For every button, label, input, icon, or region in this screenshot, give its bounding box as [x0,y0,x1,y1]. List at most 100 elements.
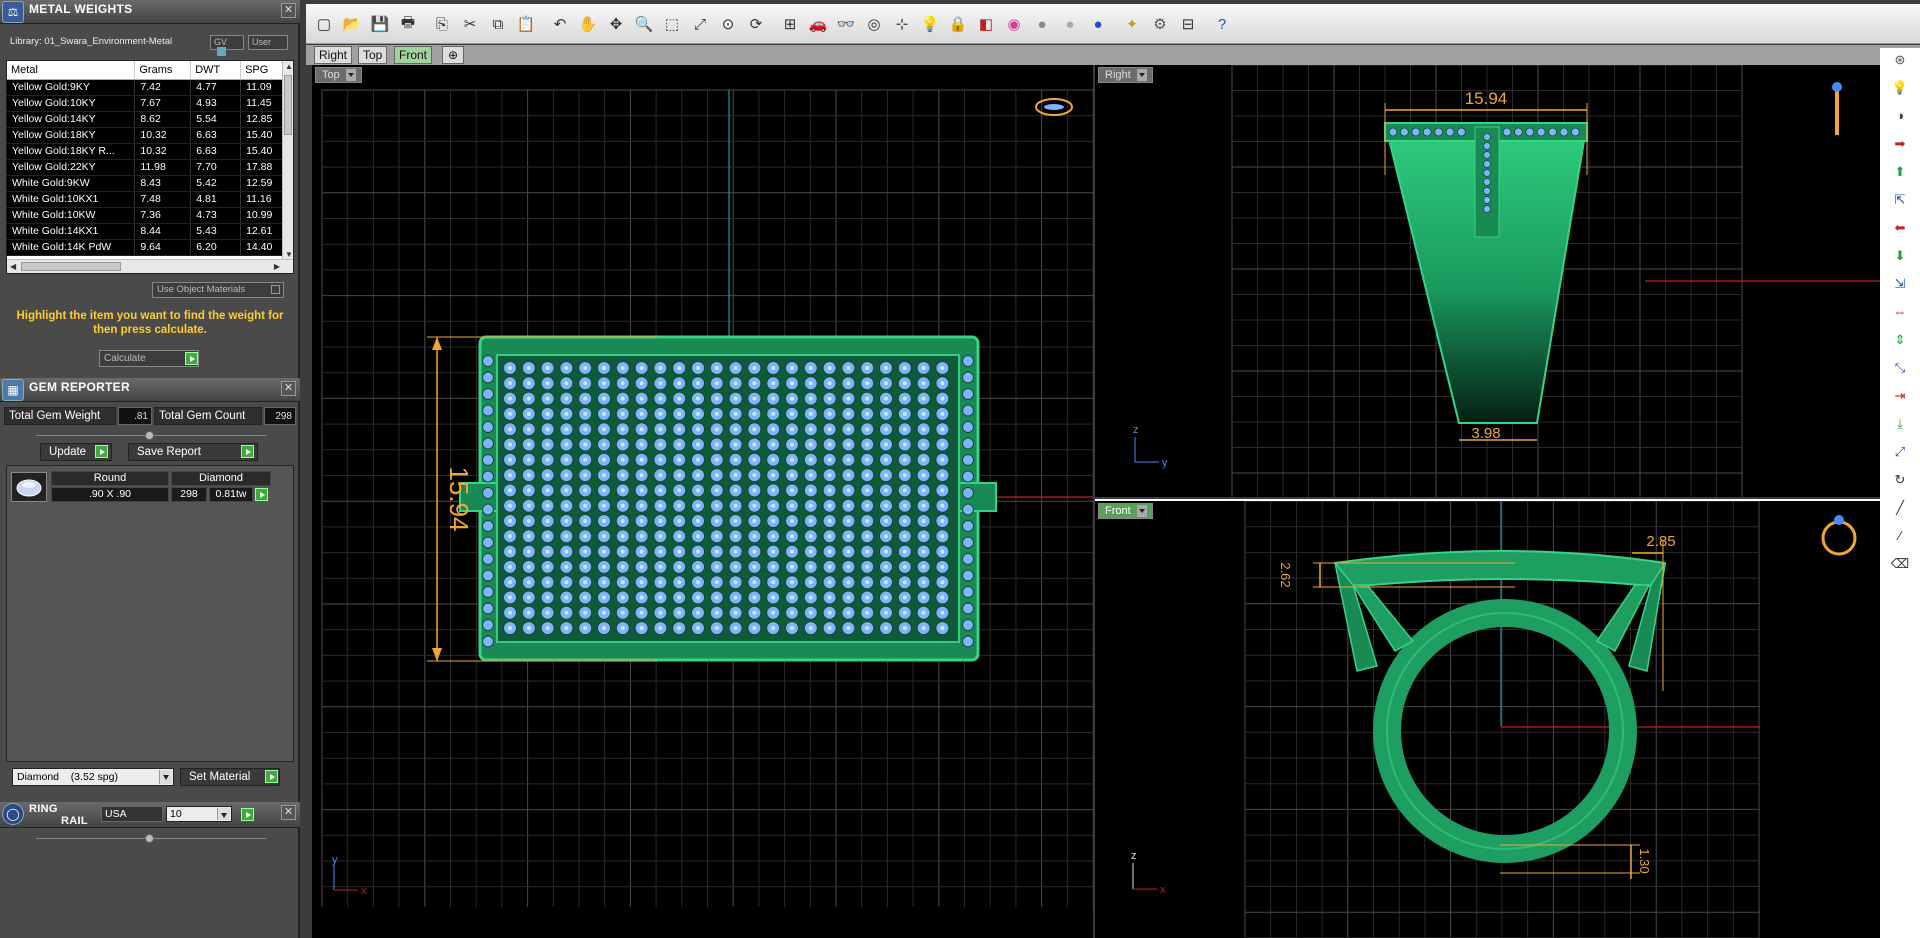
line-tool-icon[interactable]: ╱ [1890,500,1910,518]
help-icon[interactable]: ? [1210,12,1234,36]
metal-row[interactable]: Yellow Gold:9KY 7.42 4.77 11.09 [7,79,287,96]
move-right-icon[interactable]: ➡ [1890,136,1910,154]
color-wheel-icon[interactable]: ◉ [1002,12,1026,36]
update-go-icon[interactable] [95,445,108,458]
undo-icon[interactable]: ↶ [548,12,572,36]
scroll-left-icon[interactable]: ◀ [10,262,16,271]
top-view-canvas[interactable]: 15.94 y x [312,65,1093,938]
scroll-up-icon[interactable]: ▲ [285,62,293,71]
material-icon[interactable]: ◧ [974,12,998,36]
column-header[interactable]: Grams [134,61,192,80]
set-material-go-icon[interactable] [265,770,278,783]
snap-icon[interactable]: ⊹ [890,12,914,36]
save-icon[interactable]: 💾 [368,12,392,36]
close-icon[interactable]: ✕ [281,3,296,18]
checkbox-icon[interactable] [271,285,280,294]
zoom-selected-icon[interactable]: ⊙ [716,12,740,36]
user-toggle[interactable]: User [248,35,288,50]
viewport-label-front[interactable]: Front [1098,503,1153,519]
viewport-top[interactable]: 15.94 y x Top [312,65,1093,938]
scroll-thumb[interactable] [21,262,121,271]
viewport-label-top[interactable]: Top [315,67,362,83]
ring-size-region-field[interactable]: USA [101,806,163,822]
calculate-go-button[interactable] [185,352,198,365]
column-header[interactable]: SPG [240,61,287,80]
ring-rail-go-icon[interactable] [241,808,254,821]
ring-size-select[interactable]: 10 [166,806,232,822]
scroll-right-icon[interactable]: ▶ [274,262,280,271]
car-icon[interactable]: 🚗 [806,12,830,36]
sphere-blue-icon[interactable]: ● [1086,12,1110,36]
tab-top[interactable]: Top [358,46,388,64]
lock-icon[interactable]: 🔒 [946,12,970,36]
rotate-view-icon[interactable]: ⟳ [744,12,768,36]
grid-snap-icon[interactable]: ⊟ [1176,12,1200,36]
move-diag-icon[interactable]: ⇱ [1890,192,1910,210]
camera-icon[interactable]: ⊛ [1890,52,1910,70]
glasses-icon[interactable]: 👓 [834,12,858,36]
viewport-label-right[interactable]: Right [1098,67,1153,83]
close-icon[interactable]: ✕ [281,805,296,820]
shrink-x-icon[interactable]: ⇥ [1890,388,1910,406]
column-header[interactable]: DWT [190,61,242,80]
orbit-icon[interactable]: ◎ [862,12,886,36]
calculate-field[interactable]: Calculate [99,350,199,367]
use-object-materials-toggle[interactable]: Use Object Materials [152,282,284,298]
metal-row[interactable]: Yellow Gold:18KY 10.32 6.63 15.40 [7,127,287,144]
move-down-icon[interactable]: ⬇ [1890,248,1910,266]
move-icon[interactable]: ✥ [604,12,628,36]
move-left-icon[interactable]: ⬅ [1890,220,1910,238]
pan-hand-icon[interactable]: ✋ [576,12,600,36]
scale-x-icon[interactable]: ⇔ [1890,304,1910,322]
viewport-right[interactable]: 15.94 3.98 z y Right [1095,65,1880,497]
bulb-icon[interactable]: 💡 [1890,80,1910,98]
close-icon[interactable]: ✕ [281,381,296,396]
save-report-button[interactable]: Save Report [128,443,258,461]
slider-knob[interactable] [145,431,154,440]
scroll-down-icon[interactable]: ▼ [285,250,293,259]
metal-row[interactable]: White Gold:10KW 7.36 4.73 10.99 [7,207,287,224]
open-icon[interactable]: 📂 [340,12,364,36]
front-view-canvas[interactable]: 2.62 2.85 1.30 z x [1095,501,1880,938]
metal-row[interactable]: White Gold:14KX1 8.44 5.43 12.61 [7,223,287,240]
move-depth-icon[interactable]: ⇲ [1890,276,1910,294]
tab-front[interactable]: Front [394,46,433,64]
zoom-icon[interactable]: 🔍 [632,12,656,36]
tab-right[interactable]: Right [314,46,353,64]
vertical-scrollbar[interactable]: ▲ ▼ [282,61,293,260]
move-up-icon[interactable]: ⬆ [1890,164,1910,182]
sphere-icon[interactable]: ◑ [1890,108,1910,126]
cut-icon[interactable]: ✂ [458,12,482,36]
metal-row[interactable]: Yellow Gold:18KY R... 10.32 6.63 15.40 [7,143,287,160]
paste-icon[interactable]: 📋 [514,12,538,36]
column-header[interactable]: Metal [7,61,136,80]
chevron-down-icon[interactable] [1136,69,1147,82]
chevron-down-icon[interactable] [345,69,356,82]
viewport-front[interactable]: 2.62 2.85 1.30 z x Front [1095,499,1880,938]
gem-material-select[interactable]: Diamond (3.52 spg) [12,768,174,786]
scale-y-icon[interactable]: ⇕ [1890,332,1910,350]
metal-row[interactable]: Yellow Gold:14KY 8.62 5.54 12.85 [7,111,287,128]
metal-row[interactable]: White Gold:14K PdW 9.64 6.20 14.40 [7,239,287,256]
metal-row[interactable]: Yellow Gold:10KY 7.67 4.93 11.45 [7,95,287,112]
gear-icon[interactable]: ⚙ [1148,12,1172,36]
copy-doc-icon[interactable]: ⎘ [430,12,454,36]
sphere-metal-icon[interactable]: ● [1058,12,1082,36]
wand-icon[interactable]: ✦ [1120,12,1144,36]
print-icon[interactable]: 🖶 [396,12,420,36]
save-report-go-icon[interactable] [241,445,254,458]
metal-row[interactable]: White Gold:9KW 8.43 5.42 12.59 [7,175,287,192]
metal-row[interactable]: White Gold:10KX1 7.48 4.81 11.16 [7,191,287,208]
zoom-window-icon[interactable]: ⬚ [660,12,684,36]
add-tab-icon[interactable]: ⊕ [442,46,464,64]
new-icon[interactable]: ▢ [312,12,336,36]
chevron-down-icon[interactable] [1136,505,1147,518]
rotate-icon[interactable]: ↻ [1890,472,1910,490]
gv-toggle[interactable]: GV [210,35,244,56]
zoom-extents-icon[interactable]: ⤢ [688,12,712,36]
gem-row-go-icon[interactable] [255,488,268,501]
shrink-z-icon[interactable]: ⤢ [1890,444,1910,462]
scroll-thumb[interactable] [284,75,292,135]
right-view-canvas[interactable]: 15.94 3.98 z y [1095,65,1880,497]
curve-tool-icon[interactable]: ∕ [1890,528,1910,546]
